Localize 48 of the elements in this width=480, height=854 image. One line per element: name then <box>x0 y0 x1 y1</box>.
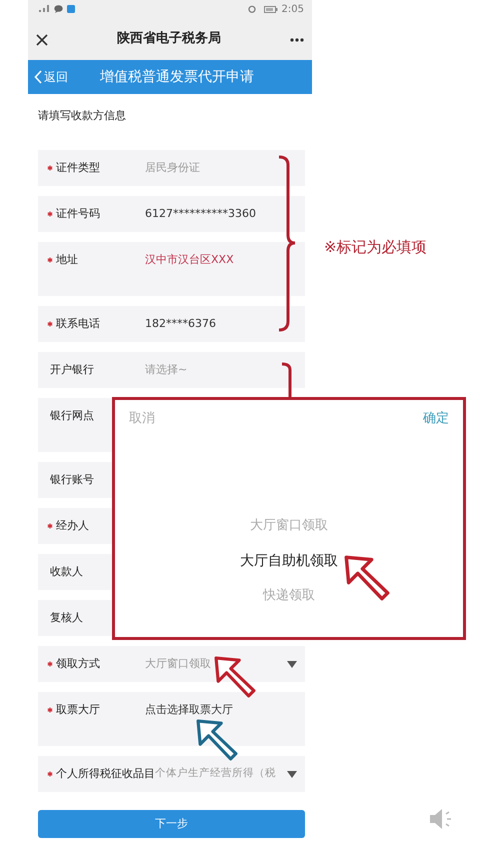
app-icon <box>67 5 75 13</box>
picker-option[interactable]: 大厅自助机领取 <box>236 544 342 578</box>
field-label: 领取方式 <box>56 656 100 672</box>
field-label: 证件类型 <box>56 160 100 176</box>
field-label: 地址 <box>56 252 78 268</box>
signal-icon <box>38 5 50 13</box>
placeholder-text: 请选择~ <box>145 362 188 378</box>
field-label: 收款人 <box>50 564 83 580</box>
field-value: 汉中市汉台区XXX <box>145 252 234 268</box>
page-title: 增值税普通发票代开申请 <box>100 68 254 86</box>
field-label: 复核人 <box>50 610 83 626</box>
arrow-drawing <box>196 719 238 761</box>
field-label: 联系电话 <box>56 316 100 332</box>
placeholder-text: 居民身份证 <box>145 160 200 176</box>
alarm-icon <box>248 5 256 13</box>
arrow-drawing <box>214 656 256 698</box>
arrow-drawing <box>344 555 390 601</box>
caret-icon <box>287 660 297 668</box>
caret-icon <box>287 770 297 778</box>
window-title: 陕西省电子税务局 <box>117 30 221 48</box>
field-value: 点击选择取票大厅 <box>145 702 233 718</box>
field-label: 证件号码 <box>56 206 100 222</box>
form-row[interactable]: 领取方式 大厅窗口领取 <box>38 646 305 682</box>
field-value: 182****6376 <box>145 316 216 332</box>
form-row[interactable]: 证件号码 6127**********3360 <box>38 196 305 232</box>
field-label: 个人所得税征收品目 <box>56 766 155 782</box>
field-label: 经办人 <box>56 518 89 534</box>
field-label: 开户银行 <box>50 362 94 378</box>
form-row[interactable]: 取票大厅 点击选择取票大厅 <box>38 692 305 746</box>
placeholder-text: 大厅窗口领取 <box>145 656 211 672</box>
message-icon <box>54 5 63 13</box>
back-icon <box>34 70 42 84</box>
section-title: 请填写收款方信息 <box>38 109 126 122</box>
form-row[interactable]: 个人所得税征收品目个体户生产经营所得（税 <box>38 756 305 792</box>
battery-icon <box>264 6 278 12</box>
close-icon <box>36 34 48 46</box>
field-label: 银行账号 <box>50 472 94 488</box>
field-value: 6127**********3360 <box>145 206 256 222</box>
form-row[interactable]: 地址 汉中市汉台区XXX <box>38 242 305 296</box>
field-label: 取票大厅 <box>56 702 100 718</box>
field-label: 银行网点 <box>50 408 94 424</box>
form-row[interactable]: 证件类型 居民身份证 <box>38 150 305 186</box>
more-icon <box>290 38 304 42</box>
placeholder-text: 个体户生产经营所得（税 <box>155 766 276 782</box>
form-row[interactable]: 开户银行 请选择~ <box>38 352 305 388</box>
annotation-note: ※标记为必填项 <box>324 237 427 258</box>
clock-time: 2:05 <box>282 2 304 16</box>
form-row[interactable]: 联系电话 182****6376 <box>38 306 305 342</box>
